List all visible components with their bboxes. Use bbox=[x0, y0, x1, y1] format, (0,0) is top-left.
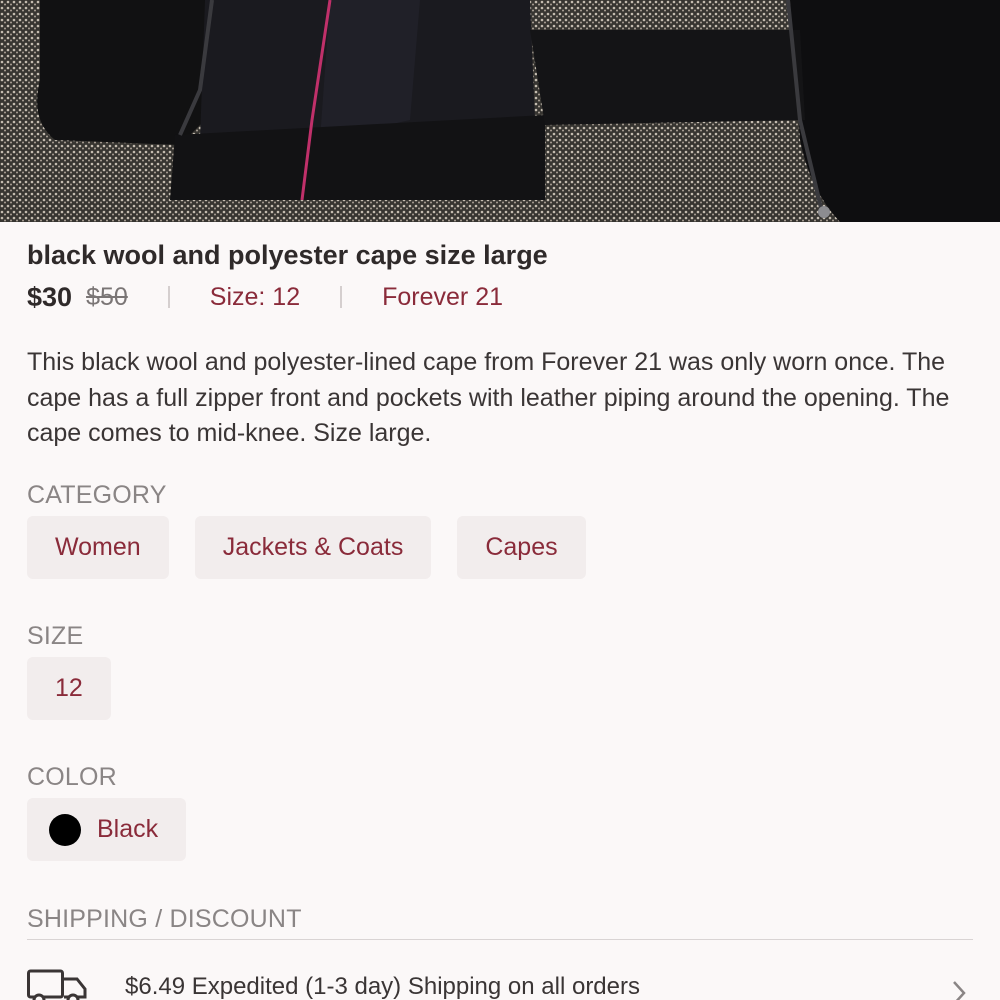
size-link[interactable]: Size: 12 bbox=[210, 283, 300, 312]
section-divider bbox=[27, 939, 973, 940]
price: $30 bbox=[27, 281, 73, 312]
divider bbox=[340, 286, 343, 308]
cape-photo-image bbox=[0, 0, 1000, 222]
color-chip-label: Black bbox=[97, 815, 159, 843]
category-chip-jackets-coats[interactable]: Jackets & Coats bbox=[194, 516, 432, 579]
original-price: $50 bbox=[86, 282, 128, 311]
shipping-row[interactable]: $6.49 Expedited (1-3 day) Shipping on al… bbox=[27, 967, 973, 1000]
category-chip-capes[interactable]: Capes bbox=[457, 516, 586, 579]
color-swatch bbox=[49, 813, 81, 846]
category-chip-women[interactable]: Women bbox=[27, 516, 169, 579]
chevron-right-icon bbox=[953, 981, 966, 1000]
shipping-label: SHIPPING / DISCOUNT bbox=[27, 905, 302, 933]
divider bbox=[167, 286, 170, 308]
size-label: SIZE bbox=[27, 622, 84, 650]
color-chips: Black bbox=[27, 798, 212, 861]
category-label: CATEGORY bbox=[27, 481, 167, 509]
brand-link[interactable]: Forever 21 bbox=[382, 283, 503, 312]
truck-icon bbox=[27, 969, 87, 1000]
size-chips: 12 bbox=[27, 657, 137, 720]
shipping-text: $6.49 Expedited (1-3 day) Shipping on al… bbox=[125, 973, 640, 1000]
listing-description: This black wool and polyester-lined cape… bbox=[27, 348, 950, 447]
product-photo[interactable] bbox=[0, 0, 1000, 222]
color-label: COLOR bbox=[27, 763, 117, 791]
category-chips: Women Jackets & Coats Capes bbox=[27, 516, 612, 579]
listing-title: black wool and polyester cape size large bbox=[27, 240, 548, 270]
size-chip-12[interactable]: 12 bbox=[27, 657, 111, 720]
price-row: $30 $50 Size: 12 Forever 21 bbox=[27, 280, 503, 314]
color-chip-black[interactable]: Black bbox=[27, 798, 187, 861]
